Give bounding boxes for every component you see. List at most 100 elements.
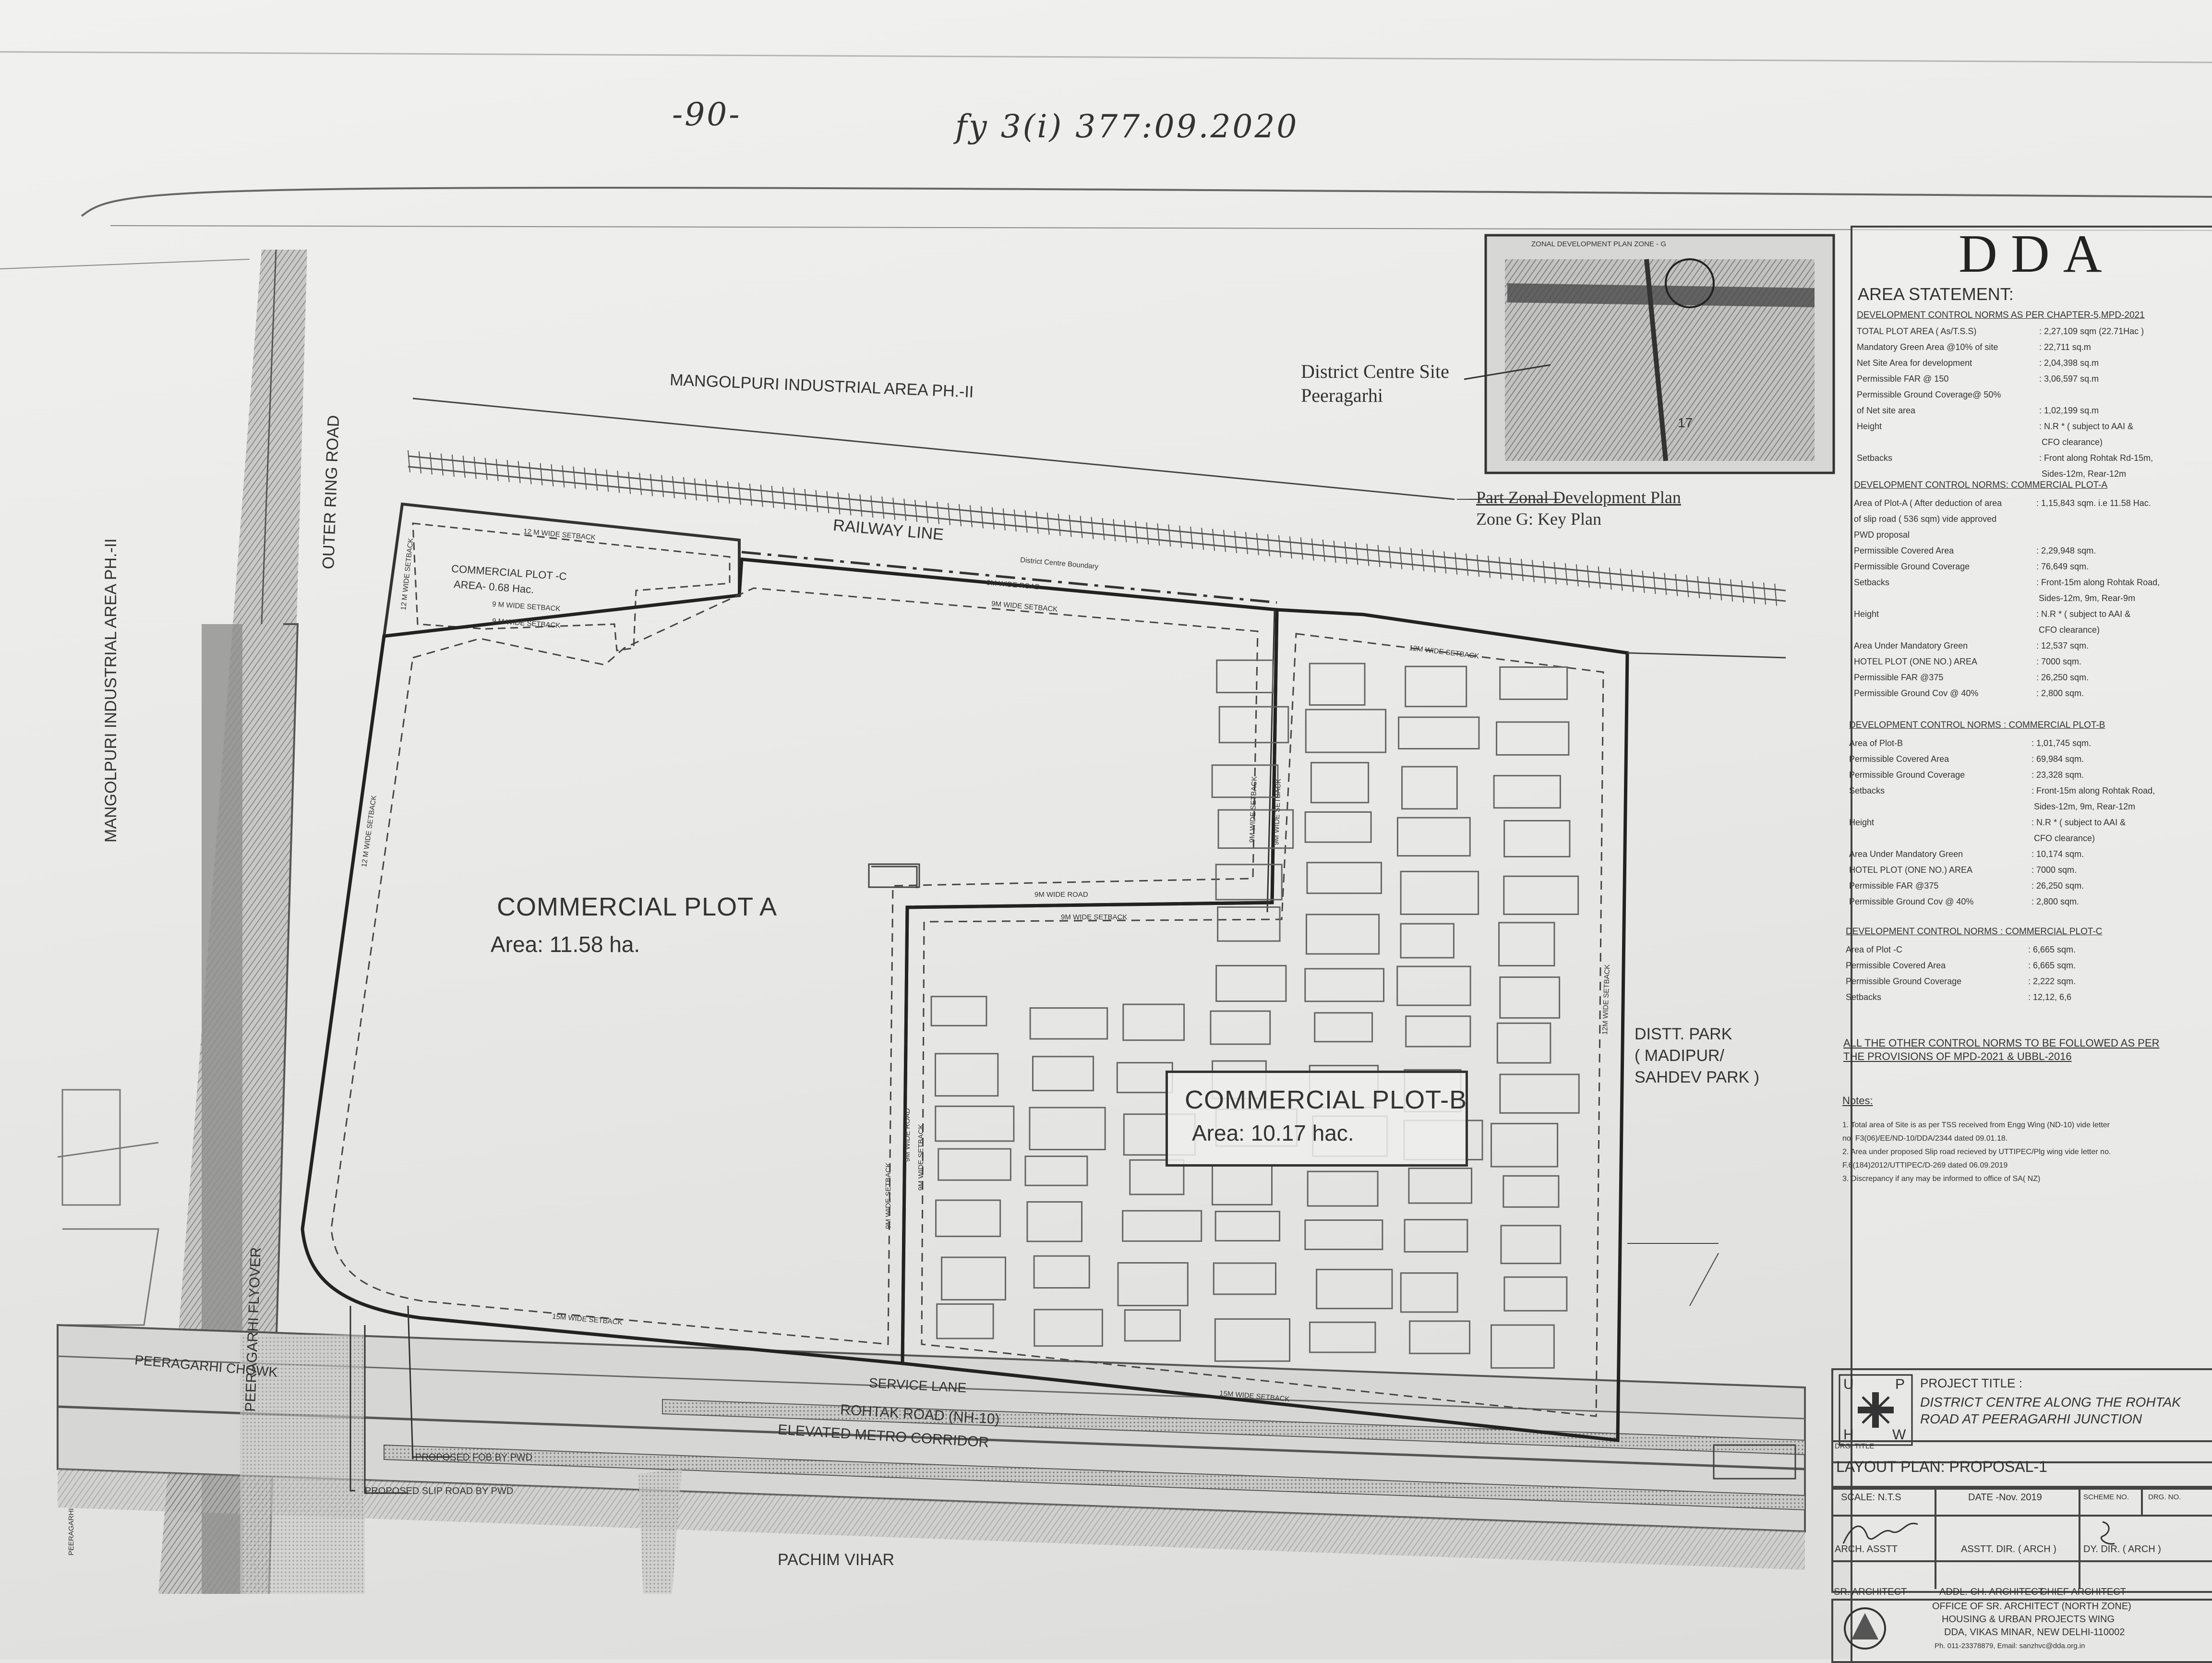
railway-sleeper [1520,559,1524,581]
norm-row: Permissible Ground Cov @ 40%: 2,800 sqm. [1849,894,2155,910]
railway-sleeper [462,456,466,478]
norm-row: Setbacks: Front-15m along Rohtak Road, [1849,783,2155,799]
norm-value: CFO clearance) [2039,437,2103,447]
railway-sleeper [573,466,576,489]
railway-sleeper [771,485,774,508]
railway-sleeper [551,464,554,487]
norm-row: Height: N.R * ( subject to AAI & [1857,419,2153,434]
norm-value: : N.R * ( subject to AAI & [2032,818,2126,827]
railway-sleeper [562,465,565,488]
building-block [935,1105,1015,1142]
norm-row: Height: N.R * ( subject to AAI & [1854,606,2160,622]
norm-row: Area Under Mandatory Green: 12,537 sqm. [1854,638,2160,654]
building-block [1401,766,1458,810]
railway-sleeper [1410,548,1414,570]
norm-label: Setbacks [1849,786,1885,795]
railway-sleeper [1675,574,1678,596]
norm-row: HOTEL PLOT (ONE NO.) AREA: 7000 sqm. [1854,654,2160,670]
plot-a-norms-heading: DEVELOPMENT CONTROL NORMS: COMMERCIAL PL… [1854,480,2108,490]
railway-sleeper [1300,537,1303,560]
plot-c-norms-table: Area of Plot -C: 6,665 sqm. Permissible C… [1846,942,2076,1005]
plot-b-norms-heading: DEVELOPMENT CONTROL NORMS : COMMERCIAL P… [1849,720,2105,730]
railway-sleeper [1091,517,1094,539]
railway-sleeper [892,497,896,520]
uphw-logo: U P H W [1839,1374,1913,1446]
norm-label: Permissible FAR @375 [1849,881,1939,891]
sr-architect-label: SR. ARCHITECT [1834,1587,1907,1597]
railway-sleeper [484,458,488,480]
norm-row: CFO clearance) [1857,434,2153,450]
railway-sleeper [1477,554,1480,577]
norm-row: Sides-12m, 9m, Rear-9m [1854,590,2160,606]
railway-sleeper [1035,511,1039,534]
building-block [1032,1056,1094,1092]
norm-label: Setbacks [1854,578,1890,587]
dda-logo: DDA [1959,224,2116,284]
norm-value: : 6,665 sqm. [2028,945,2076,954]
railway-sleeper [727,481,730,504]
building-block [1400,870,1479,915]
building-block [1213,1262,1277,1295]
building-block [1024,1156,1088,1186]
railway-sleeper [1620,568,1623,591]
norm-row: Permissible Ground Cov @ 40%: 2,800 sqm. [1854,686,2160,701]
railway-sleeper [1024,510,1028,533]
norm-row: Setbacks: Front along Rohtak Rd-15m, [1857,450,2153,466]
norm-value: : 22,711 sq.m [2039,342,2091,352]
plot-a-name: COMMERCIAL PLOT A [497,892,778,921]
railway-sleeper [1322,539,1325,562]
label-setback: 9M WIDE SETBACK [917,1124,925,1191]
railway-sleeper [837,492,841,515]
building-block [1117,1262,1189,1306]
railway-sleeper [1631,569,1634,592]
norm-label: Area Under Mandatory Green [1854,641,1968,651]
railway-sleeper [1080,516,1083,538]
building-block [1122,1210,1202,1242]
norm-row: PWD proposal [1854,527,2160,543]
label-setback: 9M WIDE ROAD [903,1108,912,1162]
building-block [938,1148,1011,1181]
label-distt-park-3: SAHDEV PARK ) [1635,1068,1760,1086]
railway-sleeper [1289,536,1292,559]
building-block [1398,716,1480,750]
norm-label: Height [1854,609,1879,619]
building-block [1496,721,1570,756]
building-block [1503,1175,1560,1208]
railway-sleeper [1531,560,1535,582]
office-line-3: DDA, VIKAS MINAR, NEW DELHI-110002 [1944,1627,2125,1638]
railway-sleeper [517,461,521,483]
label-peeragarhi-small: PEERAGARHI [67,1508,75,1555]
norm-row: Permissible Covered Area: 2,29,948 sqm. [1854,543,2160,559]
building-block [1216,659,1274,694]
railway-sleeper [749,483,752,506]
building-block [1124,1309,1181,1342]
norm-label: Area of Plot-B [1849,738,1903,748]
norm-value: : 2,27,109 sqm (22.71Hac ) [2039,326,2144,336]
norm-label: Setbacks [1846,992,1882,1002]
building-block [941,1256,1007,1301]
railway-sleeper [826,491,830,514]
railway-sleeper [1344,542,1347,564]
norm-label: Permissible Ground Coverage [1854,562,1970,571]
railway-sleeper [716,480,719,503]
keyplan-caption-1: Part Zonal Development Plan [1476,488,1681,507]
keyplan-inset-title: ZONAL DEVELOPMENT PLAN ZONE - G [1531,240,1666,248]
note-line: F.6(184)2012/UTTIPEC/D-269 dated 06.09.2… [1842,1161,2008,1169]
scheme-no-label: SCHEME NO. [2083,1493,2129,1501]
norm-value: : 2,800 sqm. [2036,688,2084,698]
building-block [1491,1324,1555,1369]
norm-value: CFO clearance) [2036,625,2100,635]
label-proposed-fob: PROPOSED FOB BY PWD [415,1452,533,1463]
norm-label: TOTAL PLOT AREA ( As/T.S.S) [1857,326,1977,336]
railway-sleeper [870,495,874,518]
norm-value: : Front along Rohtak Rd-15m, [2039,453,2153,463]
building-block [1211,764,1279,798]
railway-sleeper [1377,545,1381,567]
dda-emblem-icon [1844,1607,1886,1650]
railway-sleeper [584,467,587,490]
addl-ch-architect-label: ADDL. CH. ARCHITECT [1939,1587,2044,1597]
building-block [1396,965,1471,1006]
norms-heading: DEVELOPMENT CONTROL NORMS AS PER CHAPTER… [1857,310,2145,320]
railway-sleeper [1752,581,1755,604]
building-block [1404,1219,1468,1253]
